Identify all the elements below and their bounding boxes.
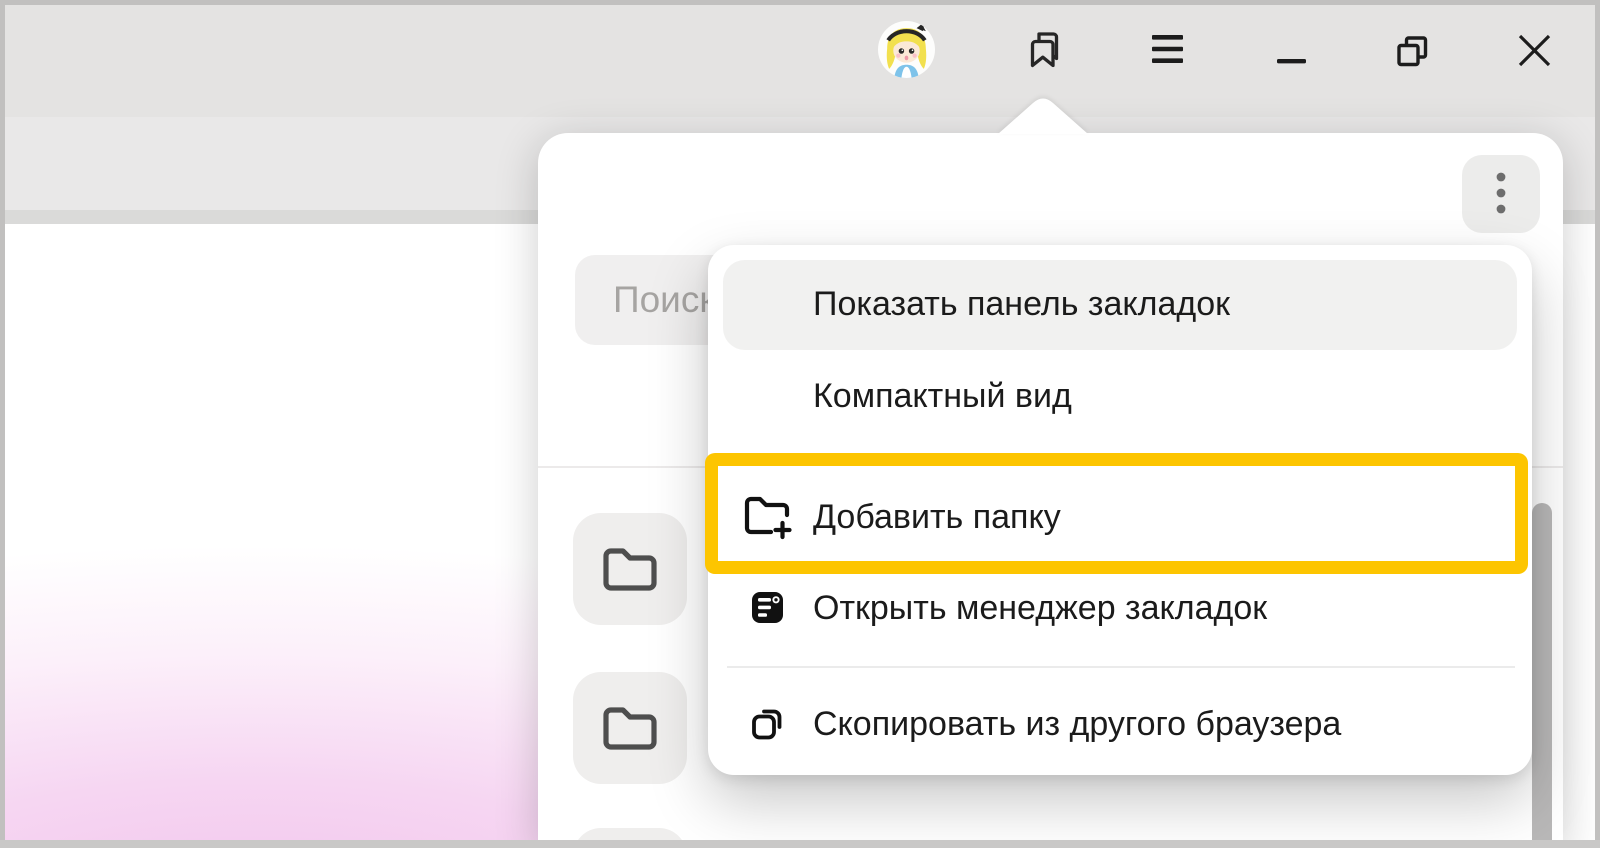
- bookmark-manager-icon: [751, 591, 784, 629]
- bookmarks-context-menu: Показать панель закладок Компактный вид …: [708, 245, 1532, 775]
- panel-pointer-arrow: [995, 94, 1091, 134]
- alice-avatar-icon: [878, 21, 935, 78]
- menu-item-add-folder[interactable]: Добавить папку: [813, 497, 1061, 537]
- kebab-vertical-icon: [1493, 169, 1509, 219]
- double-bookmark-icon: [1026, 30, 1066, 70]
- panel-more-button[interactable]: [1462, 155, 1540, 233]
- profile-avatar[interactable]: [878, 21, 935, 78]
- menu-item-label[interactable]: Показать панель закладок: [813, 284, 1230, 324]
- restore-window-icon: [1397, 36, 1428, 67]
- window-frame-left: [0, 0, 5, 848]
- hamburger-icon: [1151, 34, 1185, 64]
- menu-divider: [727, 666, 1515, 668]
- restore-window-button[interactable]: [1397, 36, 1428, 67]
- folder-icon: [602, 546, 658, 592]
- browser-window: Закладки: [0, 0, 1600, 848]
- window-frame-right: [1595, 0, 1600, 848]
- close-icon: [1517, 34, 1552, 67]
- minimize-icon: [1272, 45, 1310, 69]
- folder-tile[interactable]: [573, 513, 687, 625]
- window-frame-bottom: [0, 840, 1600, 848]
- menu-item-open-bookmark-manager[interactable]: Открыть менеджер закладок: [813, 588, 1267, 628]
- window-frame-top: [0, 0, 1600, 5]
- folder-plus-icon: [744, 494, 794, 545]
- folder-tile[interactable]: [573, 672, 687, 784]
- copy-icon: [751, 707, 784, 745]
- menu-item-compact-view[interactable]: Компактный вид: [813, 376, 1072, 416]
- close-button[interactable]: [1517, 34, 1552, 67]
- panel-scrollbar[interactable]: [1532, 503, 1552, 848]
- folder-icon: [602, 705, 658, 751]
- minimize-button[interactable]: [1272, 45, 1310, 69]
- menu-item-copy-from-other-browser[interactable]: Скопировать из другого браузера: [813, 704, 1341, 744]
- browser-menu-button[interactable]: [1151, 34, 1185, 64]
- bookmarks-button[interactable]: [1026, 30, 1066, 70]
- browser-titlebar: [0, 0, 1600, 117]
